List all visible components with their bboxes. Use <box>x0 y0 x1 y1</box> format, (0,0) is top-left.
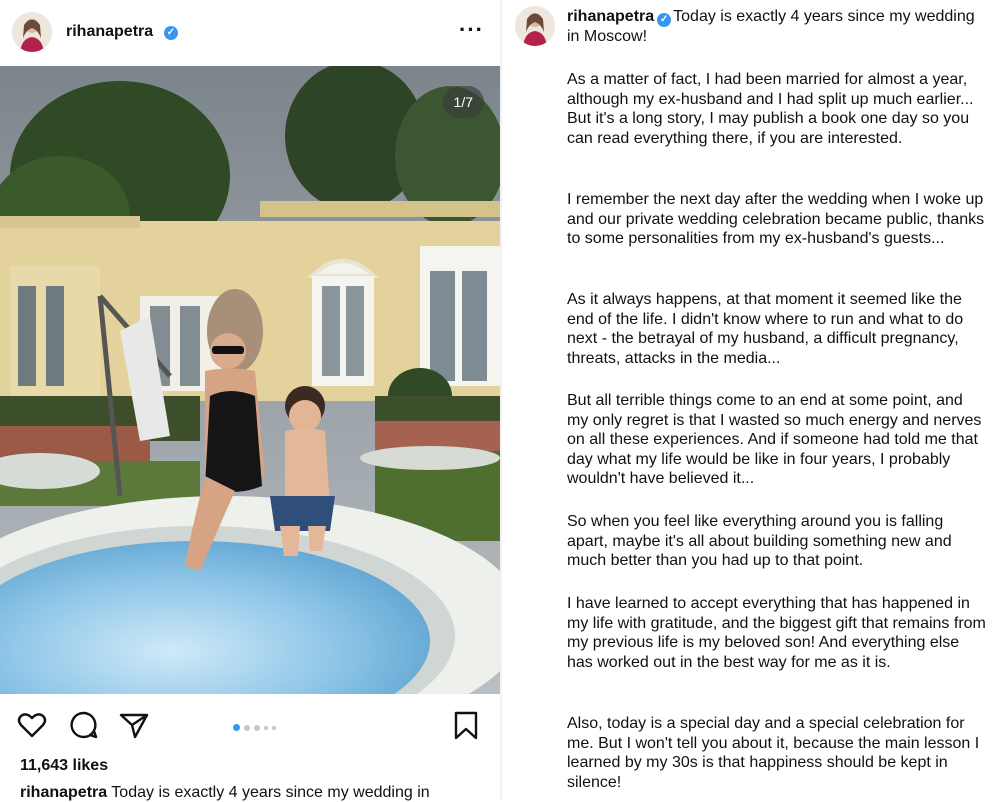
post-header: rihanapetra ✓ ··· <box>0 0 500 66</box>
verified-badge-icon: ✓ <box>657 13 672 27</box>
caption-paragraph-4: But all terrible things come to an end a… <box>567 392 982 487</box>
caption-preview-text: Today is exactly 4 years since my weddin… <box>111 784 430 801</box>
carousel-indicator <box>233 719 280 732</box>
save-icon[interactable] <box>450 709 482 741</box>
share-icon[interactable] <box>118 709 150 741</box>
caption-paragraph-3: As it always happens, at that moment it … <box>567 291 964 367</box>
photo-illustration <box>0 66 500 694</box>
post-username[interactable]: rihanapetra <box>66 23 153 41</box>
post-actions <box>0 694 500 754</box>
caption-panel: rihanapetra ✓ Today is exactly 4 years sin… <box>502 0 1000 800</box>
carousel-dot <box>272 725 276 730</box>
carousel-dot <box>233 724 240 732</box>
caption-paragraph-5: So when you feel like everything around … <box>567 513 952 569</box>
carousel-dot <box>244 724 250 731</box>
caption-username[interactable]: rihanapetra <box>20 784 107 801</box>
caption-paragraph-1: As a matter of fact, I had been married … <box>567 71 974 147</box>
avatar-image <box>515 6 555 46</box>
carousel-dot <box>264 725 268 730</box>
caption-header: rihanapetra ✓ Today is exactly 4 years sin… <box>567 7 987 47</box>
like-icon[interactable] <box>16 709 48 741</box>
caption-paragraph-7: Also, today is a special day and a speci… <box>567 715 980 791</box>
avatar-image <box>12 12 52 52</box>
caption-panel-username[interactable]: rihanapetra <box>567 8 654 25</box>
slide-counter: 1/7 <box>442 86 484 118</box>
caption-paragraph-6: I have learned to accept everything that… <box>567 595 986 671</box>
comment-icon[interactable] <box>67 709 99 741</box>
instagram-post: rihanapetra ✓ ··· 1/7 11,643 likes rihan… <box>0 0 500 802</box>
post-photo[interactable]: 1/7 <box>0 66 500 694</box>
more-options-icon[interactable]: ··· <box>459 19 484 41</box>
caption-paragraph-2: I remember the next day after the weddin… <box>567 191 985 247</box>
avatar[interactable] <box>515 6 555 46</box>
avatar[interactable] <box>12 12 52 52</box>
verified-badge-icon: ✓ <box>164 26 178 40</box>
likes-count[interactable]: 11,643 likes <box>20 757 108 775</box>
caption-preview: rihanapetra Today is exactly 4 years sin… <box>20 784 430 802</box>
carousel-dot <box>254 724 260 731</box>
